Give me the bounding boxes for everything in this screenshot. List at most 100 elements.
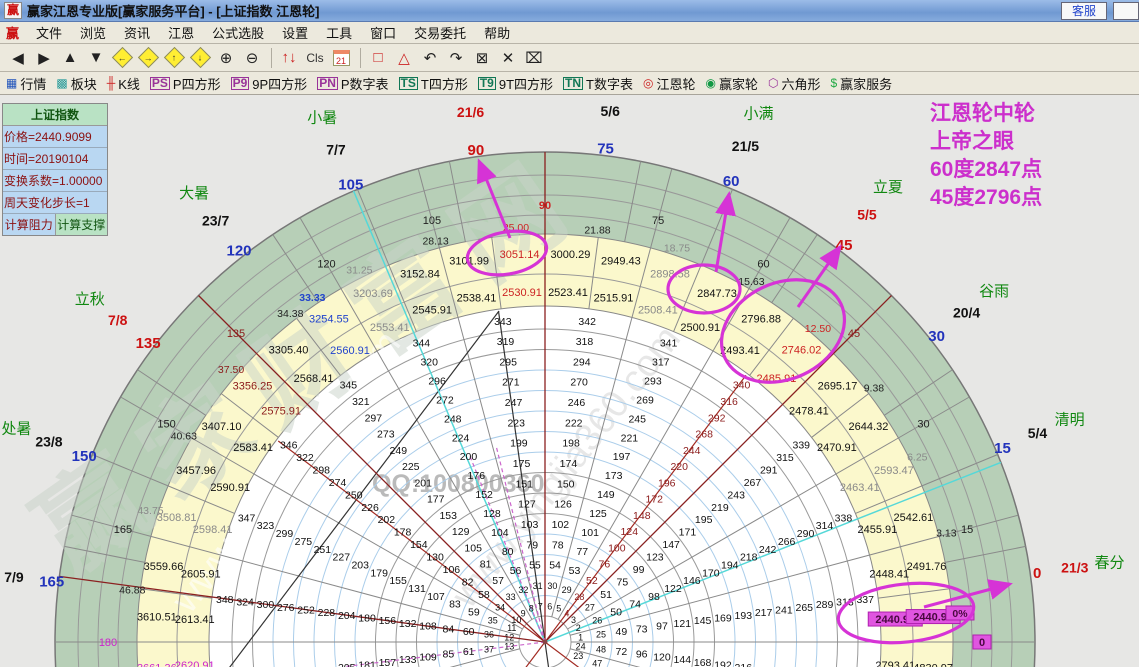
svg-text:3305.40: 3305.40 [269,345,309,357]
chartbar-item-江恩轮[interactable]: ◎ 江恩轮 [643,74,696,93]
svg-text:73: 73 [636,623,648,635]
nav-left-icon[interactable]: ◀ [6,46,30,70]
svg-text:37.50: 37.50 [218,364,244,376]
monitor-icon[interactable]: ⌧ [522,46,546,70]
chartbar-item-T四方形[interactable]: TS T四方形 [398,74,468,93]
menu-item-2[interactable]: 资讯 [115,23,159,42]
updown-icon[interactable]: ↑↓ [277,46,301,70]
chartbar-item-板块[interactable]: ▩ 板块 [56,74,96,93]
menu-item-7[interactable]: 窗口 [361,23,405,42]
menu-logo-icon: 赢 [6,26,20,41]
svg-text:26: 26 [592,615,602,625]
flag-down-icon[interactable]: ▼ [84,46,108,70]
svg-text:150: 150 [72,448,97,465]
svg-text:21/6: 21/6 [457,104,484,120]
svg-text:24: 24 [576,642,586,652]
chartbar-item-9T四方形[interactable]: T9 9T四方形 [477,74,553,93]
diamond-left-icon[interactable]: ← [110,46,134,70]
svg-text:3: 3 [571,615,576,625]
svg-text:60: 60 [463,626,475,638]
svg-text:72: 72 [615,646,627,658]
svg-text:97: 97 [656,621,668,633]
flag-up-icon[interactable]: ▲ [58,46,82,70]
chartbar-item-P四方形[interactable]: PS P四方形 [149,74,221,93]
chartbar-item-行情[interactable]: ▦ 行情 [6,74,46,93]
svg-text:2568.41: 2568.41 [294,373,334,385]
chartbar-item-六角形[interactable]: ⬡ 六角形 [768,74,821,93]
zoom-in-icon[interactable]: ⊕ [214,46,238,70]
menu-item-8[interactable]: 交易委托 [405,23,475,42]
svg-text:2493.41: 2493.41 [720,345,760,357]
xbox-icon[interactable]: ⊠ [470,46,494,70]
svg-text:31: 31 [533,581,543,591]
svg-text:2583.41: 2583.41 [233,442,273,454]
chartbar-label: K线 [118,76,140,92]
svg-text:5/5: 5/5 [857,207,877,223]
svg-text:谷雨: 谷雨 [979,283,1009,300]
svg-text:35: 35 [488,615,498,625]
info-row-0[interactable]: 价格=2440.9099 [3,126,107,148]
svg-text:90: 90 [467,142,484,159]
svg-text:90: 90 [539,200,551,212]
行情-icon: ▦ [6,76,18,90]
svg-text:320: 320 [420,357,438,369]
chartbar-label: T数字表 [586,76,633,92]
calendar-icon[interactable]: 21 [329,46,353,70]
chartbar-item-T数字表[interactable]: TN T数字表 [563,74,633,93]
svg-text:34: 34 [495,603,505,613]
info-row-3[interactable]: 周天变化步长=1 [3,192,107,214]
info-row-1[interactable]: 时间=20190104 [3,148,107,170]
nav-right-icon[interactable]: ▶ [32,46,56,70]
svg-text:181: 181 [358,659,376,667]
chartbar-item-K线[interactable]: ╫ K线 [107,74,140,93]
chartbar-item-9P四方形[interactable]: P9 9P四方形 [230,74,307,93]
svg-text:343: 343 [494,316,512,328]
svg-text:2455.91: 2455.91 [857,524,897,536]
svg-text:144: 144 [674,654,692,666]
svg-text:251: 251 [314,544,332,556]
menu-item-9[interactable]: 帮助 [475,23,519,42]
menu-item-1[interactable]: 浏览 [71,23,115,42]
rect-tool-icon[interactable]: □ [366,46,390,70]
svg-text:244: 244 [683,445,701,457]
赢家轮-icon: ◉ [705,76,716,90]
svg-text:31.25: 31.25 [346,265,372,277]
rotate-cw-icon[interactable]: ↷ [444,46,468,70]
menu-item-3[interactable]: 江恩 [159,23,203,42]
triangle-tool-icon[interactable]: △ [392,46,416,70]
cls-button[interactable]: Cls [303,46,327,70]
svg-text:202: 202 [378,514,396,526]
svg-text:154: 154 [410,539,428,551]
rotate-ccw-icon[interactable]: ↶ [418,46,442,70]
menu-item-0[interactable]: 文件 [27,23,71,42]
annotation-text: 江恩轮中轮 上帝之眼 60度2847点 45度2796点 [930,100,1042,212]
六角形-icon: ⬡ [767,76,779,90]
diamond-down-icon[interactable]: ↓ [188,46,212,70]
calc-support-button[interactable]: 计算支撑 [55,214,107,235]
chartbar-item-赢家服务[interactable]: $ 赢家服务 [830,74,892,93]
customer-service-button[interactable]: 客服 [1060,2,1107,20]
chartbar-item-P数字表[interactable]: PN P数字表 [317,74,389,93]
menu-item-4[interactable]: 公式选股 [203,23,273,42]
info-row-2[interactable]: 变换系数=1.00000 [3,170,107,192]
menu-item-5[interactable]: 设置 [273,23,317,42]
chartbar-item-赢家轮[interactable]: ◉ 赢家轮 [705,74,758,93]
svg-text:266: 266 [778,536,796,548]
chartbar-label: 六角形 [781,76,821,92]
svg-text:297: 297 [365,412,383,424]
diamond-right-icon[interactable]: → [136,46,160,70]
edge-button[interactable] [1113,2,1139,20]
svg-text:219: 219 [711,502,729,514]
menu-item-6[interactable]: 工具 [317,23,361,42]
svg-text:处暑: 处暑 [1,420,31,437]
svg-text:6.25: 6.25 [907,451,928,463]
title-bar: 赢 赢家江恩专业版[赢家服务平台] - [上证指数 江恩轮] 客服 [0,0,1139,22]
svg-text:203: 203 [351,559,369,571]
svg-text:58: 58 [478,589,490,601]
cross-arrows-icon[interactable]: ✕ [496,46,520,70]
svg-text:157: 157 [379,657,397,667]
diamond-up-icon[interactable]: ↑ [162,46,186,70]
calc-resistance-button[interactable]: 计算阻力 [3,214,56,235]
svg-text:7/9: 7/9 [4,569,24,585]
zoom-out-icon[interactable]: ⊖ [240,46,264,70]
